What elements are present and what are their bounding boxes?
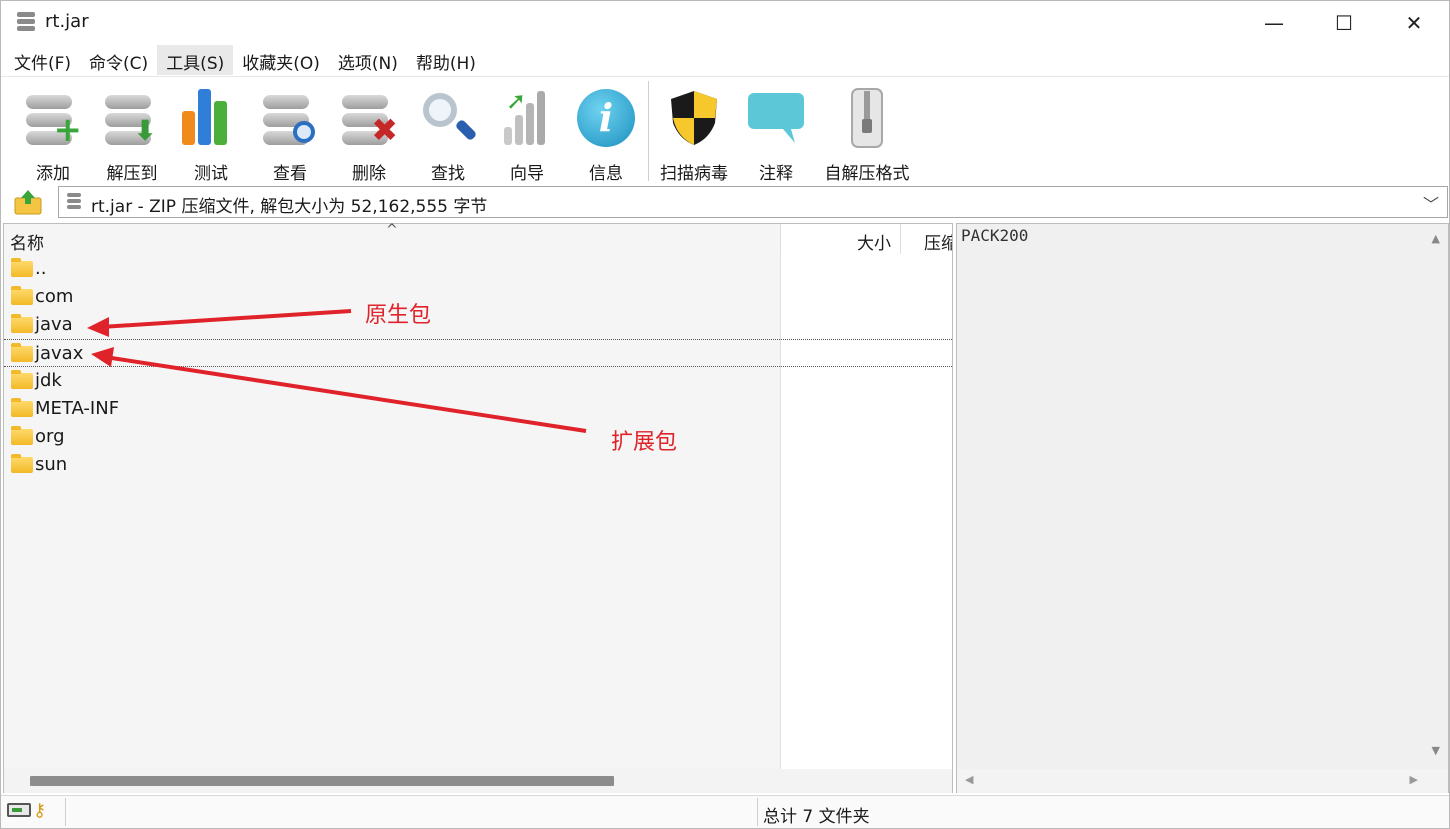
arrow-head-native (87, 317, 109, 337)
app-window: rt.jar — ☐ ✕ 文件(F) 命令(C) 工具(S) 收藏夹(O) 选项… (0, 0, 1450, 829)
annotation-arrows (87, 309, 587, 433)
arrow-head-extension (91, 347, 114, 367)
annotation-native: 原生包 (365, 303, 432, 328)
annotation-extension: 扩展包 (611, 430, 678, 455)
